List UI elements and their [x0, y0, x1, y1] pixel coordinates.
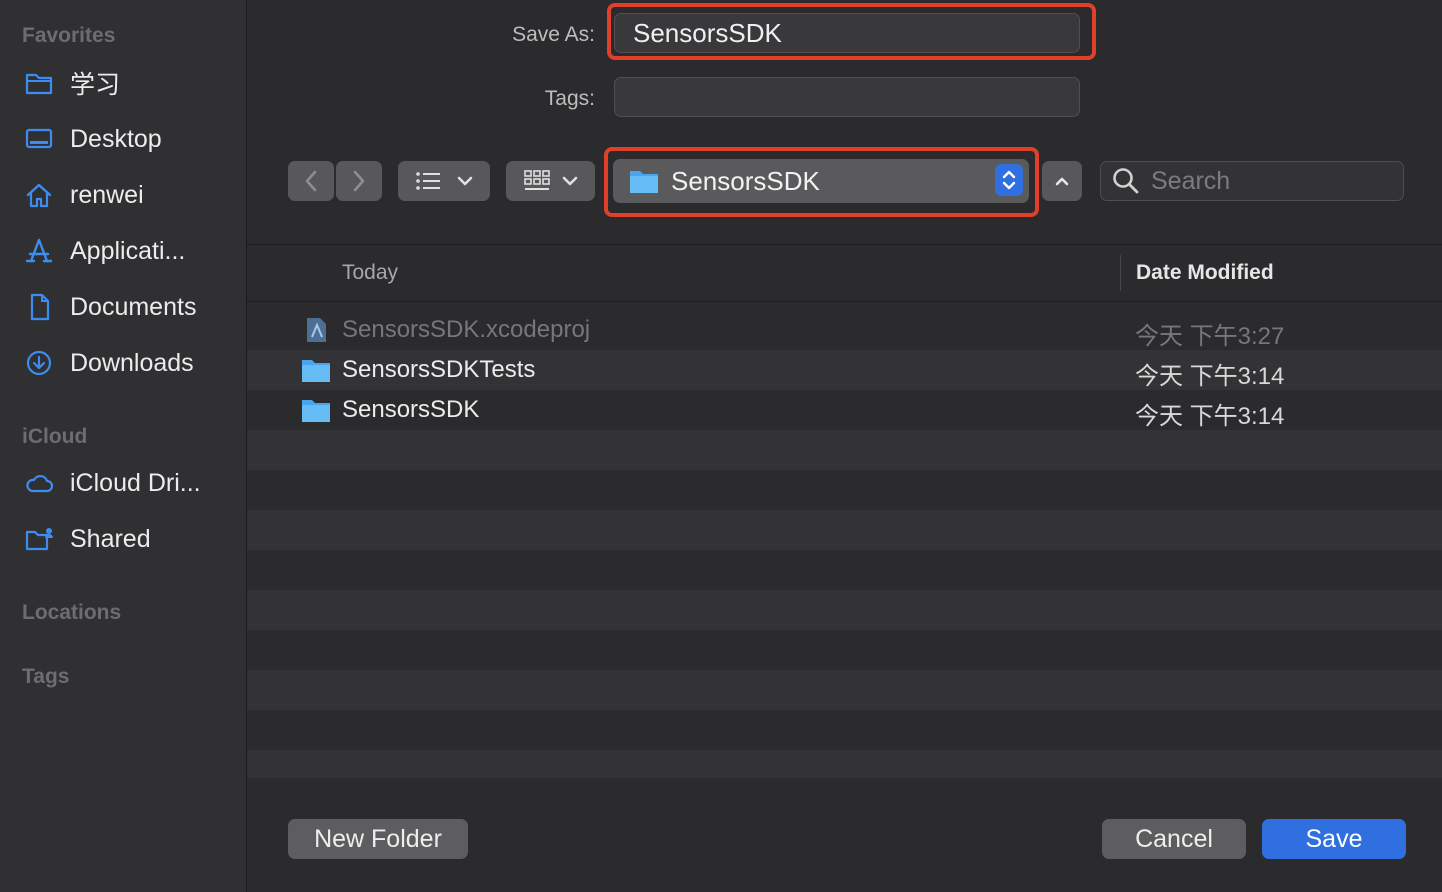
empty-row — [247, 430, 1442, 470]
file-row-sensorssdk[interactable]: SensorsSDK 今天 下午3:14 — [247, 390, 1442, 430]
empty-row — [247, 590, 1442, 630]
download-icon — [24, 348, 58, 378]
grid-icon — [523, 170, 550, 190]
search-icon — [1113, 168, 1139, 194]
file-name: SensorsSDK.xcodeproj — [342, 316, 591, 343]
collapse-button[interactable] — [1042, 161, 1082, 201]
chevron-right-icon — [353, 170, 365, 192]
sidebar-item-label: Desktop — [70, 124, 162, 153]
empty-row — [247, 550, 1442, 590]
sidebar-item-label: Documents — [70, 292, 197, 321]
folder-icon — [302, 400, 330, 422]
chevron-left-icon — [305, 170, 317, 192]
sidebar-section-favorites: Favorites — [22, 24, 116, 47]
main-pane: Save As: SensorsSDK Tags: SensorsSDK Sea… — [247, 0, 1442, 892]
file-date: 今天 下午3:27 — [1135, 323, 1285, 350]
file-date: 今天 下午3:14 — [1135, 363, 1285, 390]
folder-icon — [302, 360, 330, 382]
save-as-label: Save As: — [512, 23, 595, 46]
shared-folder-icon — [24, 524, 58, 554]
empty-row — [247, 750, 1442, 778]
forward-button[interactable] — [336, 161, 382, 201]
sidebar-item-xuexi[interactable]: 学习 — [24, 63, 234, 103]
new-folder-button[interactable]: New Folder — [288, 819, 468, 859]
cloud-icon — [24, 468, 58, 498]
tags-input[interactable] — [614, 77, 1080, 117]
sidebar-item-label: 学习 — [70, 71, 121, 99]
xcodeproj-file-icon — [307, 318, 326, 342]
sidebar-item-documents[interactable]: Documents — [24, 287, 234, 327]
empty-row — [247, 630, 1442, 670]
highlight-box-save-as — [607, 3, 1096, 60]
column-separator — [1120, 255, 1121, 291]
sidebar-item-label: Downloads — [70, 348, 194, 377]
sidebar-section-icloud: iCloud — [22, 425, 88, 448]
home-icon — [24, 180, 58, 210]
search-placeholder: Search — [1151, 166, 1231, 195]
sidebar-item-label: iCloud Dri... — [70, 468, 201, 497]
list-view-button[interactable] — [398, 161, 490, 201]
dialog-footer: New Folder Cancel Save — [247, 778, 1442, 892]
sidebar-item-renwei[interactable]: renwei — [24, 175, 234, 215]
search-input[interactable]: Search — [1100, 161, 1404, 201]
file-row-xcodeproj[interactable]: SensorsSDK.xcodeproj 今天 下午3:27 — [247, 310, 1442, 350]
sidebar-item-label: Applicati... — [70, 236, 186, 265]
file-date: 今天 下午3:14 — [1135, 403, 1285, 430]
tags-label: Tags: — [544, 87, 595, 110]
save-button[interactable]: Save — [1262, 819, 1406, 859]
applications-icon — [24, 236, 58, 266]
highlight-box-location — [604, 147, 1039, 217]
sidebar-item-label: Shared — [70, 524, 151, 553]
folder-icon — [24, 68, 58, 98]
empty-row — [247, 510, 1442, 550]
sidebar-item-downloads[interactable]: Downloads — [24, 343, 234, 383]
desktop-icon — [24, 124, 58, 154]
file-list-header: Today Date Modified — [247, 244, 1442, 302]
save-dialog: Favorites 学习 Desktop renwei Applicati... — [0, 0, 1442, 892]
document-icon — [24, 292, 58, 322]
sidebar-section-tags: Tags — [22, 665, 70, 688]
sidebar-item-icloud-drive[interactable]: iCloud Dri... — [24, 463, 234, 503]
empty-row — [247, 670, 1442, 710]
chevron-up-icon — [1055, 177, 1069, 186]
file-name: SensorsSDKTests — [342, 356, 536, 383]
empty-row — [247, 470, 1442, 510]
sidebar: Favorites 学习 Desktop renwei Applicati... — [0, 0, 247, 892]
group-view-button[interactable] — [506, 161, 595, 201]
sidebar-item-label: renwei — [70, 180, 144, 209]
file-name: SensorsSDK — [342, 396, 480, 423]
chevron-down-icon — [562, 176, 577, 186]
list-icon — [416, 172, 440, 190]
sidebar-item-desktop[interactable]: Desktop — [24, 119, 234, 159]
sidebar-item-shared[interactable]: Shared — [24, 519, 234, 559]
empty-row — [247, 710, 1442, 750]
cancel-button[interactable]: Cancel — [1102, 819, 1246, 859]
sidebar-item-applications[interactable]: Applicati... — [24, 231, 234, 271]
chevron-down-icon — [457, 176, 473, 186]
column-header-date-modified[interactable]: Date Modified — [1136, 261, 1274, 285]
file-row-sensorssdktests[interactable]: SensorsSDKTests 今天 下午3:14 — [247, 350, 1442, 390]
back-button[interactable] — [288, 161, 334, 201]
sidebar-section-locations: Locations — [22, 601, 122, 624]
group-header-today: Today — [342, 261, 399, 284]
